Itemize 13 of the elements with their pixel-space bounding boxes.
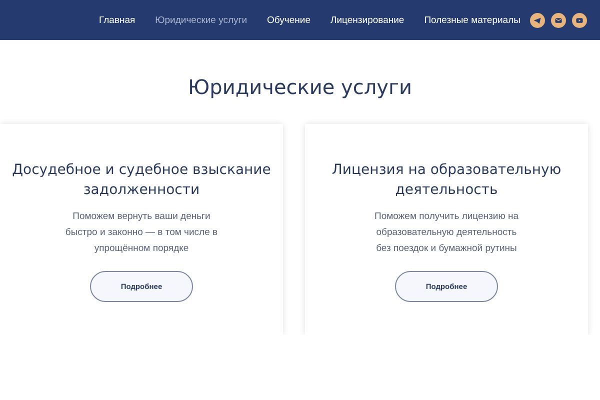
- paper-plane-icon[interactable]: [530, 12, 545, 28]
- nav-link[interactable]: Обучение: [267, 14, 310, 26]
- nav-link[interactable]: Юридические услуги: [155, 14, 248, 26]
- envelope-icon[interactable]: [551, 12, 566, 28]
- section-heading: Юридические услуги: [187, 74, 413, 100]
- nav-link[interactable]: Лицензирование: [330, 14, 404, 26]
- nav-link[interactable]: Главная: [99, 14, 136, 26]
- card-description: Поможем получить лицензию на образовательную деятельность без поездок и бумажной рутины: [374, 210, 518, 256]
- card-title: Досудебное и судебное взыскание задолженности: [12, 161, 272, 200]
- card-title: Лицензия на образовательную деятельность: [330, 161, 562, 200]
- play-icon[interactable]: [572, 12, 587, 28]
- card-description: Поможем вернуть ваши деньги быстро и законно — в том числе в упрощённом порядке: [65, 210, 218, 256]
- nav-link[interactable]: Полезные материалы: [424, 14, 520, 26]
